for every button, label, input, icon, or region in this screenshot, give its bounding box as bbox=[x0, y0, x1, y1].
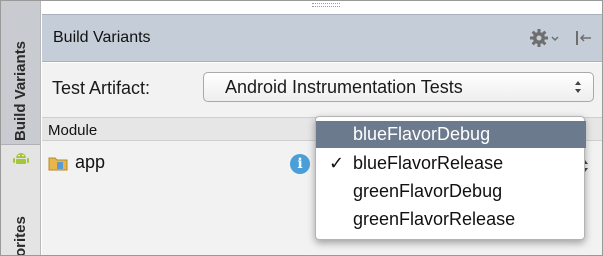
favorites-side-tab[interactable]: orites bbox=[12, 216, 29, 255]
resize-grip[interactable] bbox=[312, 3, 340, 7]
test-artifact-label: Test Artifact: bbox=[52, 78, 151, 98]
menu-item-blue-flavor-release[interactable]: ✓ blueFlavorRelease bbox=[316, 150, 586, 177]
menu-item-blue-flavor-debug[interactable]: blueFlavorDebug bbox=[316, 121, 586, 148]
android-icon bbox=[13, 153, 29, 164]
tool-window-strip: Build Variants orites bbox=[1, 1, 41, 255]
test-artifact-select[interactable]: Android Instrumentation Tests bbox=[203, 72, 594, 102]
module-name: app bbox=[75, 152, 106, 172]
menu-item-label: greenFlavorDebug bbox=[353, 181, 503, 201]
build-variant-dropdown-menu: blueFlavorDebug ✓ blueFlavorRelease gree… bbox=[315, 116, 586, 240]
menu-item-label: blueFlavorRelease bbox=[353, 153, 504, 173]
menu-item-green-flavor-debug[interactable]: greenFlavorDebug bbox=[316, 178, 586, 205]
menu-item-label: blueFlavorDebug bbox=[353, 124, 491, 144]
module-column-header: Module bbox=[48, 122, 98, 139]
hide-panel-icon[interactable] bbox=[573, 27, 595, 49]
gear-icon[interactable] bbox=[529, 27, 563, 49]
build-variants-side-tab[interactable]: Build Variants bbox=[1, 1, 40, 145]
menu-item-green-flavor-release[interactable]: greenFlavorRelease bbox=[316, 206, 586, 233]
check-icon: ✓ bbox=[329, 153, 345, 174]
panel-title: Build Variants bbox=[53, 29, 151, 46]
panel-title-bar: Build Variants bbox=[42, 14, 602, 62]
folder-icon bbox=[48, 157, 68, 171]
menu-item-label: greenFlavorRelease bbox=[353, 209, 516, 229]
build-variants-side-tab-label: Build Variants bbox=[12, 40, 29, 141]
info-icon[interactable]: i bbox=[290, 154, 310, 174]
select-arrows-icon bbox=[575, 81, 581, 93]
test-artifact-value: Android Instrumentation Tests bbox=[225, 77, 463, 97]
